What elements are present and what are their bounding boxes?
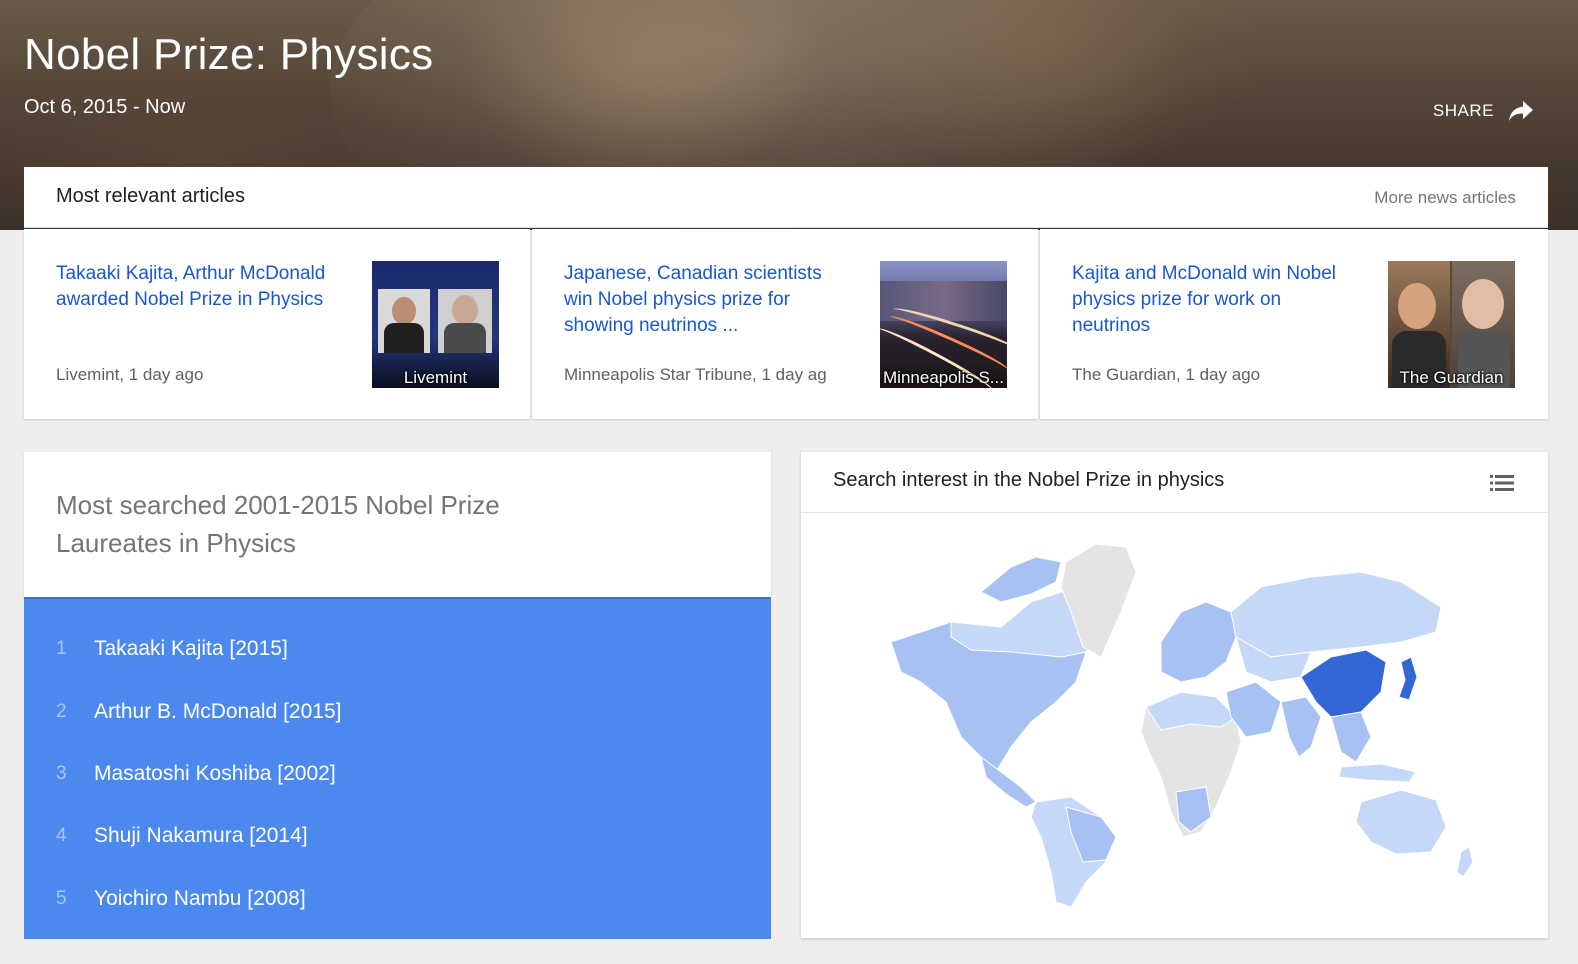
list-item[interactable]: 4 Shuji Nakamura [2014] bbox=[24, 816, 771, 856]
rank-number: 2 bbox=[56, 701, 67, 722]
rank-number: 5 bbox=[56, 888, 67, 909]
list-item[interactable]: 5 Yoichiro Nambu [2008] bbox=[24, 879, 771, 919]
article-source: Livemint, 1 day ago bbox=[56, 365, 204, 384]
more-news-link[interactable]: More news articles bbox=[1374, 188, 1516, 208]
article-thumbnail[interactable]: Minneapolis S... bbox=[880, 261, 1007, 388]
article-source: Minneapolis Star Tribune, 1 day ag bbox=[564, 365, 827, 384]
search-interest-map-card: Search interest in the Nobel Prize in ph… bbox=[801, 452, 1548, 938]
region-central-america[interactable] bbox=[980, 755, 1037, 808]
article-title[interactable]: Kajita and McDonald win Nobel physics pr… bbox=[1072, 261, 1362, 339]
laureate-name: Takaaki Kajita [2015] bbox=[94, 637, 288, 660]
portrait-image bbox=[438, 289, 492, 353]
rank-number: 3 bbox=[56, 763, 67, 784]
region-japan[interactable] bbox=[1398, 656, 1418, 701]
list-item[interactable]: 1 Takaaki Kajita [2015] bbox=[24, 629, 771, 669]
region-russia[interactable] bbox=[1230, 571, 1442, 658]
laureates-title: Most searched 2001-2015 Nobel Prize Laur… bbox=[56, 490, 500, 558]
article-thumbnail[interactable]: The Guardian bbox=[1388, 261, 1515, 388]
article-title[interactable]: Japanese, Canadian scientists win Nobel … bbox=[564, 261, 854, 339]
article-thumbnail[interactable]: Livemint bbox=[372, 261, 499, 388]
articles-section-title: Most relevant articles bbox=[56, 185, 245, 207]
share-label: SHARE bbox=[1432, 101, 1494, 120]
article-card[interactable]: Japanese, Canadian scientists win Nobel … bbox=[532, 229, 1038, 419]
region-india[interactable] bbox=[1280, 696, 1322, 758]
page-title: Nobel Prize: Physics bbox=[24, 30, 434, 79]
region-arctic-islands[interactable] bbox=[980, 556, 1062, 603]
rank-number: 1 bbox=[56, 638, 67, 659]
rank-number: 4 bbox=[56, 825, 67, 846]
region-new-zealand[interactable] bbox=[1456, 846, 1474, 878]
thumbnail-caption: The Guardian bbox=[1399, 368, 1504, 387]
map-header: Search interest in the Nobel Prize in ph… bbox=[801, 452, 1548, 513]
portrait-image bbox=[378, 289, 430, 353]
region-indonesia[interactable] bbox=[1338, 763, 1417, 783]
list-item[interactable]: 2 Arthur B. McDonald [2015] bbox=[24, 692, 771, 732]
region-europe[interactable] bbox=[1160, 601, 1237, 683]
thumbnail-caption: Minneapolis S... bbox=[883, 368, 1004, 387]
article-source: The Guardian, 1 day ago bbox=[1072, 365, 1261, 384]
article-title[interactable]: Takaaki Kajita, Arthur McDonald awarded … bbox=[56, 261, 346, 313]
share-arrow-icon bbox=[1509, 101, 1533, 121]
region-australia[interactable] bbox=[1355, 789, 1447, 855]
date-range: Oct 6, 2015 - Now bbox=[24, 96, 186, 118]
laureate-name: Yoichiro Nambu [2008] bbox=[94, 887, 306, 910]
laureates-header: Most searched 2001-2015 Nobel Prize Laur… bbox=[24, 452, 771, 597]
thumbnail-caption: Livemint bbox=[403, 368, 468, 387]
list-icon[interactable] bbox=[1490, 474, 1514, 492]
articles-header: Most relevant articles More news article… bbox=[24, 167, 1548, 228]
laureate-name: Arthur B. McDonald [2015] bbox=[94, 700, 342, 723]
laureates-list: 1 Takaaki Kajita [2015] 2 Arthur B. McDo… bbox=[24, 597, 771, 939]
region-north-africa[interactable] bbox=[1145, 691, 1237, 731]
list-item[interactable]: 3 Masatoshi Koshiba [2002] bbox=[24, 754, 771, 794]
laureate-name: Shuji Nakamura [2014] bbox=[94, 824, 308, 847]
article-card[interactable]: Kajita and McDonald win Nobel physics pr… bbox=[1040, 229, 1548, 419]
laureate-name: Masatoshi Koshiba [2002] bbox=[94, 762, 336, 785]
map-title: Search interest in the Nobel Prize in ph… bbox=[833, 469, 1225, 491]
region-southeast-asia[interactable] bbox=[1330, 711, 1372, 763]
world-map[interactable] bbox=[861, 532, 1501, 912]
share-button[interactable]: SHARE bbox=[1433, 100, 1534, 122]
article-card[interactable]: Takaaki Kajita, Arthur McDonald awarded … bbox=[24, 229, 530, 419]
